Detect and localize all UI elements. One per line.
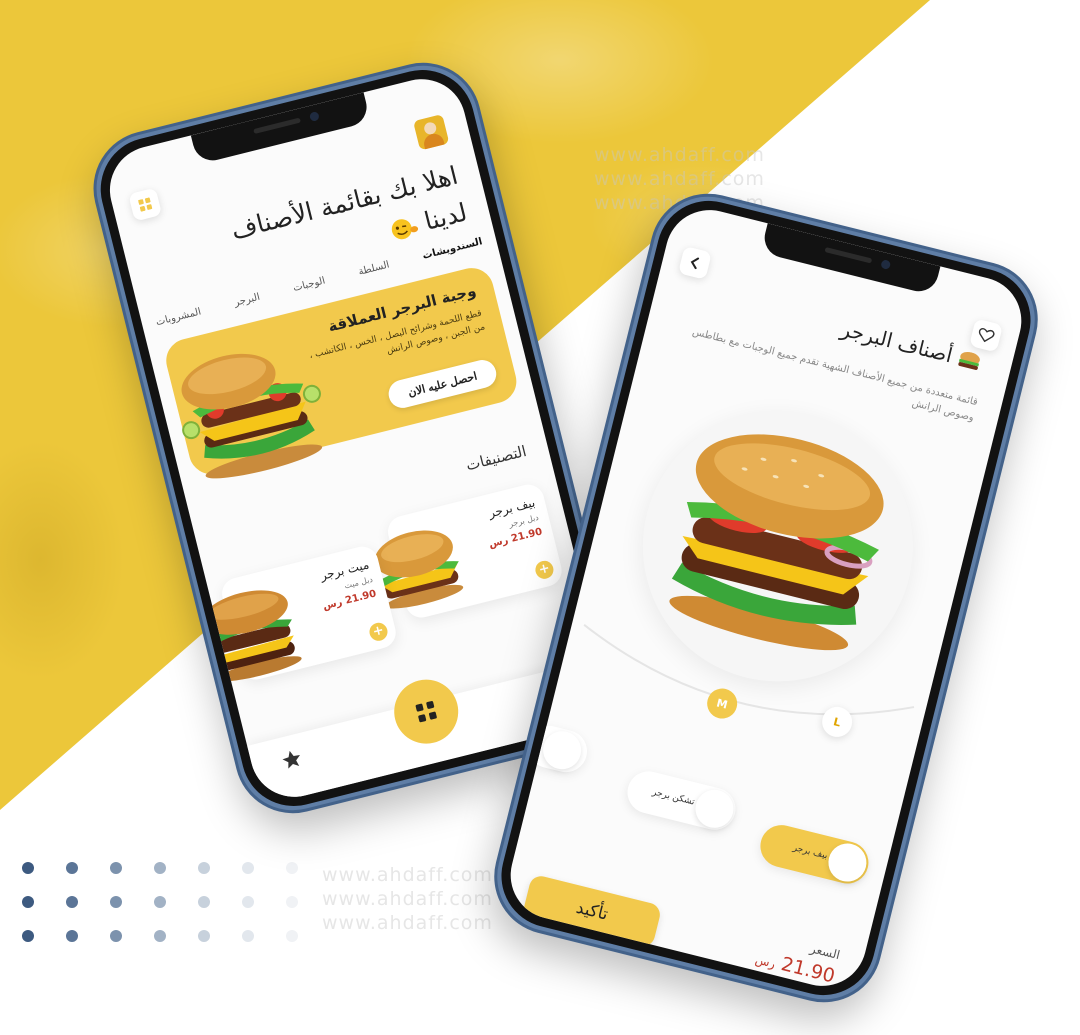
tab-drinks[interactable]: المشروبات: [155, 306, 202, 328]
chip-beef-burger[interactable]: بيف برجر: [755, 820, 873, 889]
menu-button[interactable]: [128, 187, 163, 222]
chip-label: تشكن برجر: [651, 787, 696, 808]
chip-burger-thumb: [539, 727, 586, 774]
star-icon[interactable]: [280, 747, 304, 771]
chip-burger-thumb: [691, 785, 738, 832]
card-subtitle: دبل ميت: [343, 574, 374, 591]
heart-icon: [978, 327, 995, 343]
chip-burger-thumb: [824, 839, 871, 886]
get-it-now-button[interactable]: احصل عليه الان: [385, 357, 500, 411]
tab-burger[interactable]: البرجر: [233, 292, 261, 309]
watermark: www.ahdaff.com: [322, 864, 493, 886]
card-price: 21.90 رس: [487, 526, 544, 551]
burger-icon: [958, 351, 980, 370]
price-label: السعر: [808, 941, 842, 963]
greeting-text: اهلا بك بقائمة الأصناف لدينا: [228, 160, 470, 245]
card-price: 21.90 رس: [321, 588, 378, 613]
tab-meals[interactable]: الوجبات: [292, 275, 326, 294]
card-subtitle: دبل برجر: [507, 512, 540, 529]
categories-heading: التصنيفات: [464, 441, 529, 475]
add-to-cart-button[interactable]: +: [367, 620, 390, 643]
giant-burger-image: [181, 353, 323, 479]
watermark: www.ahdaff.com: [322, 912, 493, 934]
watermark: www.ahdaff.com: [594, 144, 765, 166]
page-title: أصناف البرجر: [838, 316, 956, 368]
favorite-button[interactable]: [969, 318, 1004, 353]
avatar[interactable]: [413, 114, 450, 151]
chip-chicken-burger[interactable]: تشكن برجر: [623, 766, 740, 835]
grid-icon: [138, 197, 153, 212]
nav-menu-button[interactable]: [387, 672, 466, 751]
back-button[interactable]: [677, 245, 712, 280]
chip-label: بيف برجر: [791, 843, 829, 862]
product-card[interactable]: ميت برجر دبل ميت 21.90 رس +: [201, 543, 400, 683]
tab-salad[interactable]: السلطة: [357, 259, 390, 277]
product-card[interactable]: بيف برجر دبل برجر 21.90 رس +: [374, 481, 566, 621]
watermark: www.ahdaff.com: [322, 888, 493, 910]
promo-banner[interactable]: وجبة البرجر العملاقة قطع اللحمة وشرائح ا…: [161, 263, 522, 479]
chevron-left-icon: [690, 257, 700, 270]
add-to-cart-button[interactable]: +: [533, 558, 556, 581]
grid-icon: [415, 701, 437, 723]
wink-emoji-icon: [391, 219, 419, 240]
